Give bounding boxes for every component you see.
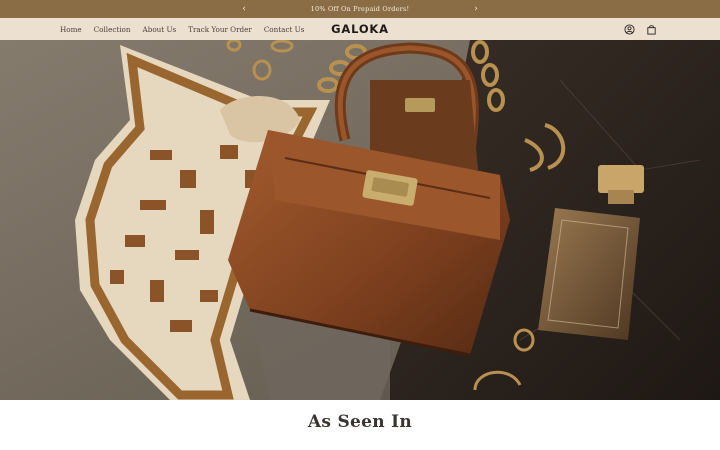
account-icon[interactable]	[623, 23, 635, 35]
announcement-bar: ‹ 10% Off On Prepaid Orders! ›	[0, 0, 720, 18]
site-logo[interactable]: GALOKA	[331, 22, 389, 36]
chevron-right-icon[interactable]: ›	[469, 0, 483, 18]
announcement-text: 10% Off On Prepaid Orders!	[310, 5, 410, 13]
nav-home[interactable]: Home	[60, 25, 82, 34]
nav-contact-us[interactable]: Contact Us	[264, 25, 305, 34]
nav-collection[interactable]: Collection	[94, 25, 131, 34]
site-header: Home Collection About Us Track Your Orde…	[0, 18, 720, 40]
main-nav: Home Collection About Us Track Your Orde…	[60, 18, 316, 40]
nav-about-us[interactable]: About Us	[143, 25, 177, 34]
hero-banner[interactable]	[0, 40, 720, 400]
section-title-as-seen-in: As Seen In	[307, 412, 413, 432]
cart-icon[interactable]	[645, 23, 657, 35]
chevron-left-icon[interactable]: ‹	[237, 0, 251, 18]
nav-track-order[interactable]: Track Your Order	[188, 25, 252, 34]
hero-image	[0, 40, 720, 400]
